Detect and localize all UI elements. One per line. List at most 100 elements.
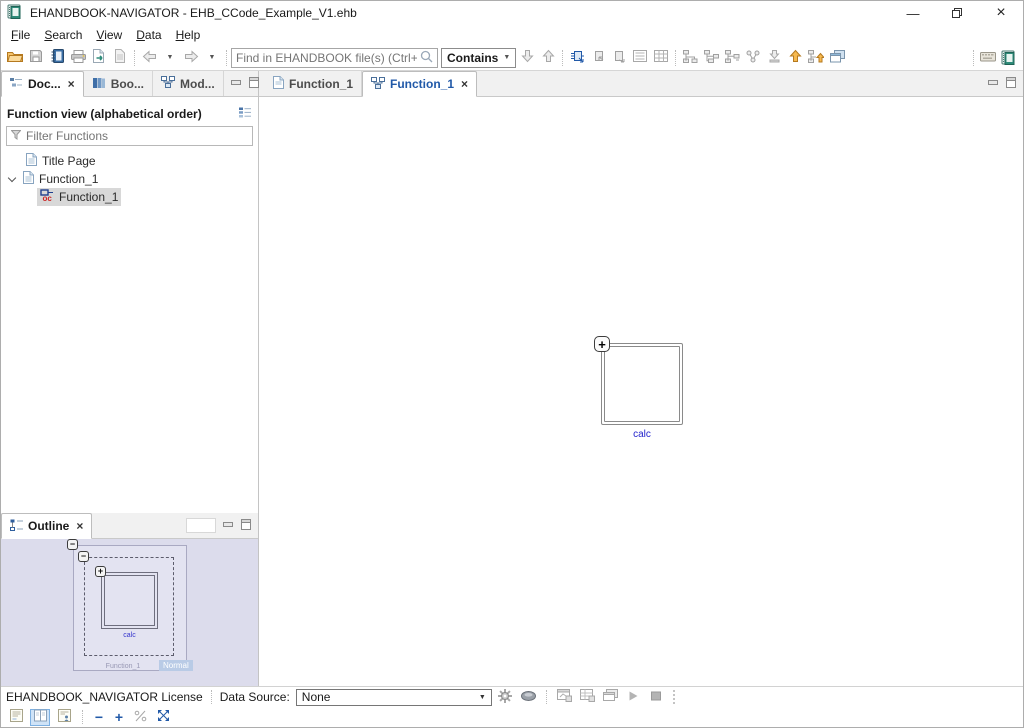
- stop-measurement-button[interactable]: [647, 689, 666, 706]
- navigate-up-button[interactable]: [785, 48, 805, 68]
- tab-document-view[interactable]: Doc... ×: [1, 71, 84, 97]
- keyboard-icon: [980, 50, 996, 65]
- panel-minimize-button[interactable]: [987, 77, 999, 91]
- goto-caller-button[interactable]: [588, 48, 608, 68]
- zoom-in-button[interactable]: +: [111, 709, 127, 725]
- left-panel: Doc... × Boo... Mod... Functi: [1, 71, 259, 686]
- block-diagram-icon: oc: [40, 189, 54, 205]
- book-view-toggle[interactable]: [30, 709, 50, 726]
- export-button[interactable]: [89, 48, 109, 68]
- visualization-button[interactable]: [519, 689, 538, 706]
- table-view-button[interactable]: [651, 48, 671, 68]
- expand-all-button[interactable]: [722, 48, 742, 68]
- fit-view-button[interactable]: [154, 709, 173, 726]
- window-restore-button[interactable]: [935, 1, 979, 25]
- back-history-dropdown[interactable]: ▼: [160, 48, 180, 68]
- zoom-100-button[interactable]: [131, 709, 150, 726]
- filter-functions-input[interactable]: [26, 129, 248, 143]
- text-view-toggle[interactable]: [6, 709, 26, 726]
- tree-item-function-1[interactable]: Function_1: [1, 170, 258, 188]
- start-measurement-button[interactable]: [624, 689, 643, 706]
- stop-icon: [650, 690, 662, 705]
- collapse-button[interactable]: −: [78, 551, 89, 562]
- left-tabstrip: Doc... × Boo... Mod...: [1, 71, 258, 97]
- forward-history-dropdown[interactable]: ▼: [202, 48, 222, 68]
- find-next-button[interactable]: [517, 48, 537, 68]
- menu-help[interactable]: Help: [169, 28, 208, 42]
- panel-maximize-button[interactable]: [240, 519, 252, 533]
- zoom-out-button[interactable]: −: [91, 709, 107, 725]
- editor-tab-function-1-document[interactable]: Function_1: [265, 71, 362, 96]
- editor-tab-function-1-diagram[interactable]: Function_1 ×: [362, 71, 477, 97]
- arrow-down-box-icon: [768, 49, 781, 66]
- find-previous-button[interactable]: [538, 48, 558, 68]
- notebook-icon: [51, 49, 64, 66]
- close-icon[interactable]: ×: [76, 519, 83, 533]
- panel-minimize-button[interactable]: [222, 519, 234, 533]
- expand-subtree-button[interactable]: [701, 48, 721, 68]
- model-icon: [371, 77, 385, 92]
- calibration-window-button[interactable]: [555, 689, 574, 706]
- close-icon[interactable]: ×: [68, 77, 75, 91]
- measure-grid-button[interactable]: [578, 689, 597, 706]
- open-file-button[interactable]: [5, 48, 25, 68]
- print-button[interactable]: [68, 48, 88, 68]
- show-parent-hierarchy-button[interactable]: [806, 48, 826, 68]
- menu-data[interactable]: Data: [129, 28, 168, 42]
- save-icon: [29, 49, 43, 66]
- drill-down-button[interactable]: [764, 48, 784, 68]
- open-copy-view-button[interactable]: [827, 48, 847, 68]
- forward-button[interactable]: [181, 48, 201, 68]
- list-view-button[interactable]: [630, 48, 650, 68]
- data-source-dropdown[interactable]: None ▼: [296, 689, 492, 706]
- window-minimize-button[interactable]: —: [891, 1, 935, 25]
- function-tree: Title Page Function_1 oc: [1, 152, 258, 206]
- handbook-info-button[interactable]: [47, 48, 67, 68]
- window-close-button[interactable]: ×: [979, 1, 1023, 25]
- experiment-window-button[interactable]: [601, 689, 620, 706]
- chevron-down-icon[interactable]: [8, 174, 16, 182]
- model-block-blue-icon: [570, 49, 585, 66]
- shortcuts-button[interactable]: [978, 48, 998, 68]
- panel-maximize-button[interactable]: [1005, 77, 1017, 91]
- calibration-window-icon: [557, 689, 572, 705]
- panel-maximize-button[interactable]: [248, 77, 260, 91]
- tab-books-view[interactable]: Boo...: [84, 71, 153, 96]
- find-input[interactable]: [236, 51, 417, 65]
- pdf-export-button[interactable]: [110, 48, 130, 68]
- tree-item-title-page[interactable]: Title Page: [1, 152, 258, 170]
- tree-item-function-1-diagram[interactable]: oc Function_1: [1, 188, 258, 206]
- toolbar-separator: [226, 50, 227, 66]
- statusbar-separator: [82, 710, 83, 724]
- view-menu-icon[interactable]: [238, 107, 252, 121]
- close-icon[interactable]: ×: [461, 77, 468, 91]
- tab-outline[interactable]: Outline ×: [1, 513, 92, 539]
- editor-tabstrip: Function_1 Function_1 ×: [259, 71, 1023, 97]
- show-in-model-view-button[interactable]: [567, 48, 587, 68]
- match-mode-dropdown[interactable]: Contains ▼: [441, 48, 516, 68]
- panel-minimize-button[interactable]: [230, 77, 242, 91]
- tab-model-view[interactable]: Mod...: [153, 71, 224, 96]
- hierarchy-up-orange-icon: [808, 50, 824, 66]
- diagram-canvas[interactable]: + calc: [259, 97, 1023, 686]
- interactive-view-toggle[interactable]: [54, 709, 74, 726]
- page-icon: [273, 76, 284, 92]
- tree-item-label: Function_1: [39, 172, 98, 186]
- back-button[interactable]: [139, 48, 159, 68]
- menu-view[interactable]: View: [89, 28, 129, 42]
- expand-button[interactable]: +: [95, 566, 106, 577]
- expand-block-button[interactable]: +: [594, 336, 610, 352]
- tab-label: Outline: [28, 519, 69, 533]
- window-title: EHANDBOOK-NAVIGATOR - EHB_CCode_Example_…: [30, 6, 357, 20]
- collapse-button[interactable]: −: [67, 539, 78, 550]
- save-button[interactable]: [26, 48, 46, 68]
- menu-search[interactable]: Search: [37, 28, 89, 42]
- calc-block[interactable]: [601, 343, 683, 425]
- menu-file[interactable]: File: [4, 28, 37, 42]
- goto-callee-button[interactable]: [609, 48, 629, 68]
- toolbar-drag-handle[interactable]: [673, 690, 676, 704]
- data-source-settings-button[interactable]: [496, 689, 515, 706]
- outline-thumbnail-canvas[interactable]: − − + calc Function_1 Normal: [1, 539, 258, 686]
- show-connections-button[interactable]: [743, 48, 763, 68]
- collapse-subtree-button[interactable]: [680, 48, 700, 68]
